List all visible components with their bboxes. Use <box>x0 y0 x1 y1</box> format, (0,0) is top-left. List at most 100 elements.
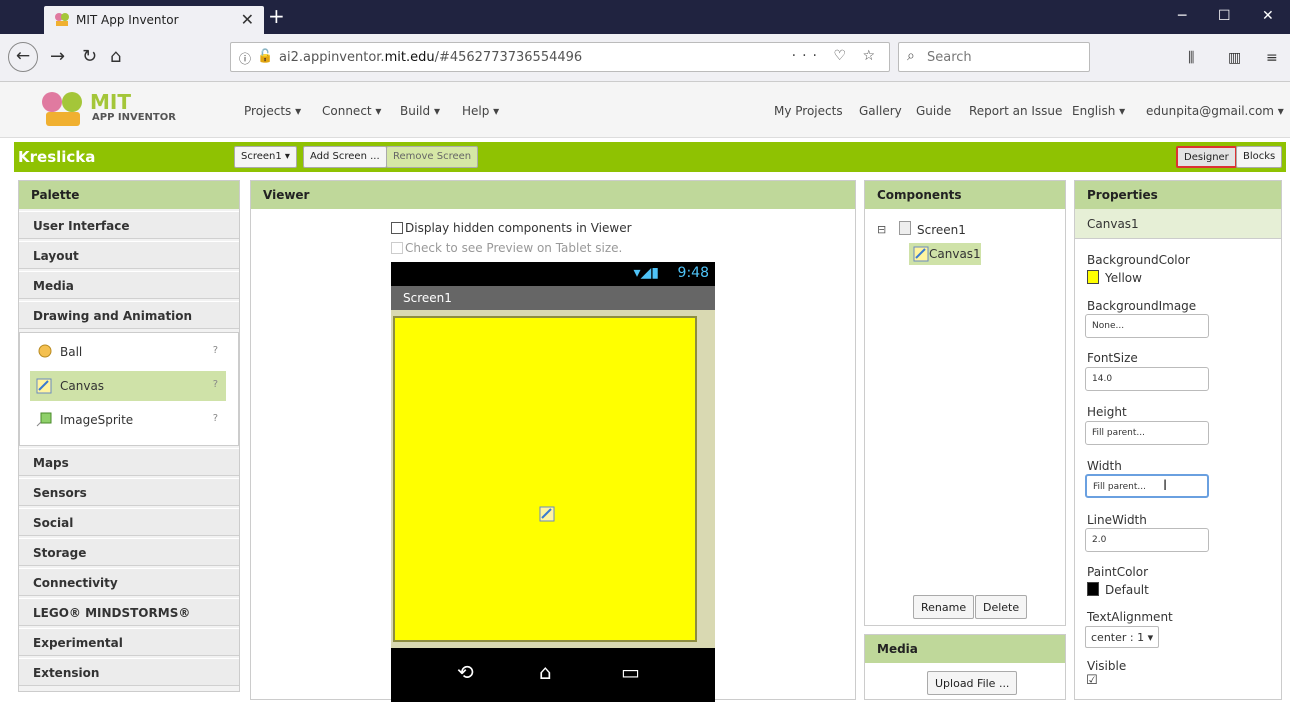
palette-item-ball[interactable]: Ball ? <box>30 337 226 367</box>
viewer-panel: Viewer Display hidden components in View… <box>250 180 856 702</box>
screen-select[interactable]: Screen1 ▾ <box>234 146 297 168</box>
page-actions-icon[interactable]: ··· ♡ ☆ <box>792 48 881 64</box>
screen-icon <box>899 221 911 235</box>
tablet-preview-checkbox[interactable]: Check to see Preview on Tablet size. <box>391 241 622 255</box>
components-panel: Components ⊟ Screen1 Canvas1 Rename Dele… <box>864 180 1066 626</box>
bgcolor-swatch[interactable] <box>1087 270 1099 284</box>
tree-item-screen1[interactable]: Screen1 <box>917 223 966 237</box>
help-icon[interactable]: ? <box>213 345 218 356</box>
prop-linewidth-field[interactable]: 2.0 <box>1085 528 1209 552</box>
link-gallery[interactable]: Gallery <box>859 104 902 118</box>
browser-nav-bar: ← → ↻ ⌂ ⓘ 🔓 ai2.appinventor.mit.edu/#456… <box>0 34 1290 82</box>
category-media[interactable]: Media <box>19 271 239 299</box>
app-header: MIT APP INVENTOR Projects ▾ Connect ▾ Bu… <box>0 82 1290 138</box>
insecure-lock-icon[interactable]: 🔓 <box>257 49 273 64</box>
mit-app-inventor-logo[interactable]: MIT APP INVENTOR <box>40 86 180 134</box>
help-icon[interactable]: ? <box>213 413 218 424</box>
hamburger-menu-icon[interactable]: ≡ <box>1266 50 1278 66</box>
new-tab-icon[interactable]: + <box>268 4 285 28</box>
collapse-toggle-icon[interactable]: ⊟ <box>877 223 886 236</box>
language-menu[interactable]: English ▾ <box>1072 104 1125 118</box>
checkbox-label: Check to see Preview on Tablet size. <box>405 241 623 255</box>
category-maps[interactable]: Maps <box>19 448 239 476</box>
checkbox-icon[interactable] <box>391 242 403 254</box>
link-my-projects[interactable]: My Projects <box>774 104 843 118</box>
back-icon[interactable]: ← <box>8 42 38 72</box>
canvas-component[interactable] <box>393 316 697 642</box>
minimize-icon[interactable]: ─ <box>1178 8 1186 24</box>
prop-height-field[interactable]: Fill parent... <box>1085 421 1209 445</box>
add-screen-button[interactable]: Add Screen ... <box>303 146 387 168</box>
display-hidden-checkbox[interactable]: Display hidden components in Viewer <box>391 221 632 235</box>
search-box[interactable]: ⌕ Search <box>898 42 1090 72</box>
forward-icon[interactable]: → <box>50 46 65 67</box>
menu-help[interactable]: Help ▾ <box>462 104 499 118</box>
prop-bgcolor-label: BackgroundColor <box>1087 253 1190 267</box>
tab-close-icon[interactable]: ✕ <box>241 10 254 29</box>
link-guide[interactable]: Guide <box>916 104 951 118</box>
rename-button[interactable]: Rename <box>913 595 975 619</box>
phone-status-bar: ▾◢▮ 9:48 <box>391 262 715 286</box>
upload-file-button[interactable]: Upload File ... <box>927 671 1018 695</box>
phone-home-icon: ⌂ <box>539 660 552 684</box>
home-icon[interactable]: ⌂ <box>110 46 121 67</box>
category-experimental[interactable]: Experimental <box>19 628 239 656</box>
prop-paintcolor-value[interactable]: Default <box>1105 583 1149 597</box>
prop-visible-checkbox[interactable]: ☑ <box>1086 673 1098 688</box>
prop-fontsize-field[interactable]: 14.0 <box>1085 367 1209 391</box>
link-report-issue[interactable]: Report an Issue <box>969 104 1062 118</box>
prop-width-field[interactable]: Fill parent... <box>1085 474 1209 498</box>
prop-bgimage-field[interactable]: None... <box>1085 314 1209 338</box>
category-storage[interactable]: Storage <box>19 538 239 566</box>
browser-tab[interactable]: MIT App Inventor ✕ <box>44 6 264 34</box>
palette-item-label: ImageSprite <box>60 413 134 427</box>
designer-button[interactable]: Designer <box>1176 146 1237 168</box>
canvas-icon <box>36 378 52 394</box>
category-user-interface[interactable]: User Interface <box>19 211 239 239</box>
blocks-button[interactable]: Blocks <box>1236 146 1283 168</box>
sidebar-icon[interactable]: ▥ <box>1228 50 1241 66</box>
paintcolor-swatch[interactable] <box>1087 582 1099 596</box>
palette-item-imagesprite[interactable]: ImageSprite ? <box>30 405 226 435</box>
prop-linewidth-label: LineWidth <box>1087 513 1147 527</box>
search-placeholder: Search <box>927 50 972 65</box>
tree-item-canvas1[interactable]: Canvas1 <box>909 243 981 265</box>
prop-bgcolor-value[interactable]: Yellow <box>1105 271 1142 285</box>
viewer-title: Viewer <box>251 181 855 209</box>
delete-button[interactable]: Delete <box>975 595 1028 619</box>
category-layout[interactable]: Layout <box>19 241 239 269</box>
phone-back-icon: ⟲ <box>457 660 474 684</box>
category-sensors[interactable]: Sensors <box>19 478 239 506</box>
phone-mockup: ▾◢▮ 9:48 Screen1 ⟲ ⌂ ▭ <box>391 262 715 702</box>
maximize-icon[interactable]: ☐ <box>1218 8 1231 24</box>
category-lego-mindstorms[interactable]: LEGO® MINDSTORMS® <box>19 598 239 626</box>
category-social[interactable]: Social <box>19 508 239 536</box>
prop-textalign-select[interactable]: center : 1 ▾ <box>1085 626 1160 648</box>
brand-subtext: APP INVENTOR <box>92 112 176 123</box>
menu-projects[interactable]: Projects ▾ <box>244 104 301 118</box>
menu-build[interactable]: Build ▾ <box>400 104 440 118</box>
remove-screen-button[interactable]: Remove Screen <box>386 146 479 168</box>
library-icon[interactable]: ⫼ <box>1188 50 1194 66</box>
components-title: Components <box>865 181 1065 209</box>
account-menu[interactable]: edunpita@gmail.com ▾ <box>1146 104 1284 118</box>
category-connectivity[interactable]: Connectivity <box>19 568 239 596</box>
window-close-icon[interactable]: ✕ <box>1262 8 1274 24</box>
checkbox-icon[interactable] <box>391 222 403 234</box>
address-bar[interactable]: ⓘ 🔓 ai2.appinventor.mit.edu/#45627737365… <box>230 42 890 72</box>
project-toolbar: Kreslicka Screen1 ▾ Add Screen ... Remov… <box>14 142 1286 172</box>
checkbox-label: Display hidden components in Viewer <box>405 221 632 235</box>
palette-item-label: Ball <box>60 345 83 359</box>
menu-connect[interactable]: Connect ▾ <box>322 104 381 118</box>
tab-title: MIT App Inventor <box>76 13 179 27</box>
help-icon[interactable]: ? <box>213 379 218 390</box>
palette-item-canvas[interactable]: Canvas ? <box>30 371 226 401</box>
category-extension[interactable]: Extension <box>19 658 239 686</box>
project-name: Kreslicka <box>18 148 96 166</box>
phone-recents-icon: ▭ <box>621 660 640 684</box>
category-drawing-animation[interactable]: Drawing and Animation <box>19 301 239 329</box>
reload-icon[interactable]: ↻ <box>82 46 97 67</box>
screen-body <box>391 310 715 648</box>
browser-tab-strip: MIT App Inventor ✕ + ─ ☐ ✕ <box>0 0 1290 34</box>
site-info-icon[interactable]: ⓘ <box>239 50 251 67</box>
